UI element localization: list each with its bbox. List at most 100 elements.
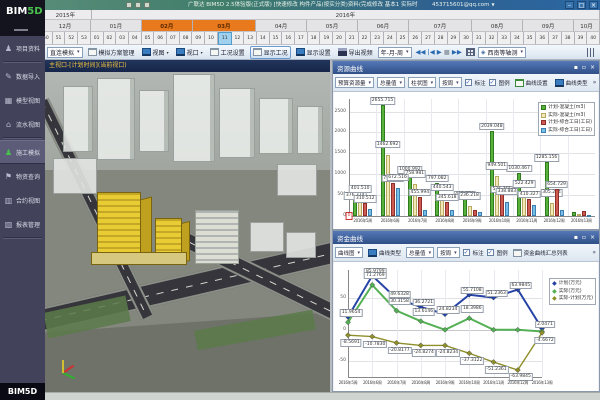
legend-checkbox[interactable]: ✓ bbox=[489, 79, 496, 86]
fast-forward-icon[interactable]: ▶▶ bbox=[451, 48, 463, 56]
mark-checkbox[interactable]: ✓ bbox=[463, 249, 470, 256]
timeline-week-cell[interactable]: 07 bbox=[167, 32, 180, 45]
redo-icon[interactable] bbox=[144, 2, 150, 8]
time-scale-select[interactable]: 年-月-周 bbox=[378, 47, 412, 58]
display-setting-button[interactable]: 显示设置 bbox=[294, 46, 333, 59]
sidebar-item-7[interactable]: ▥合约视图 bbox=[0, 188, 45, 212]
view-button[interactable]: 视图▾ bbox=[140, 46, 171, 59]
fund-period-select[interactable]: 按周 bbox=[437, 247, 460, 258]
value-mode-select[interactable]: 总量值 bbox=[377, 77, 405, 88]
timeline-week-cell[interactable]: 03 bbox=[116, 32, 129, 45]
export-video-button[interactable]: 导出视频 bbox=[336, 46, 375, 59]
sidebar-item-6[interactable]: ⚑物资查询 bbox=[0, 164, 45, 188]
timeline-week-cell[interactable]: 38 bbox=[562, 32, 575, 45]
timeline-week-cell[interactable]: 34 bbox=[511, 32, 524, 45]
timeline-week-cell[interactable]: 31 bbox=[473, 32, 486, 45]
timeline-month-cell[interactable]: 10月 bbox=[574, 20, 600, 32]
timeline-month-cell[interactable]: 04月 bbox=[256, 20, 307, 32]
timeline-week-cell[interactable]: 06 bbox=[154, 32, 167, 45]
timeline-week-cell[interactable]: 29 bbox=[448, 32, 461, 45]
plan-manage-button[interactable]: 模拟方案管理 bbox=[86, 46, 137, 59]
sidebar-item-1[interactable]: ♟项目资料 bbox=[0, 36, 45, 60]
timeline-week-cell[interactable]: 33 bbox=[498, 32, 511, 45]
timeline-week-cell[interactable]: 23 bbox=[371, 32, 384, 45]
timeline-week-cell[interactable]: 32 bbox=[486, 32, 499, 45]
sidebar-item-8[interactable]: ▧报表管理 bbox=[0, 212, 45, 236]
fund-curve-type-button[interactable]: 曲线类型 bbox=[366, 246, 403, 259]
timeline-month-cell[interactable]: 09月 bbox=[523, 20, 574, 32]
timeline-week-cell[interactable]: 14 bbox=[257, 32, 270, 45]
timeline-week-cell[interactable]: 27 bbox=[422, 32, 435, 45]
close-icon[interactable]: × bbox=[590, 61, 595, 74]
timeline-week-cell[interactable]: 22 bbox=[359, 32, 372, 45]
timeline-week-cell[interactable]: 12 bbox=[232, 32, 245, 45]
timeline-week-cell[interactable]: 19 bbox=[320, 32, 333, 45]
close-icon[interactable]: × bbox=[590, 231, 595, 244]
timeline-week-cell[interactable]: 09 bbox=[192, 32, 205, 45]
sidebar-item-2[interactable]: ✎数据导入 bbox=[0, 64, 45, 88]
timeline-week-cell[interactable]: 52 bbox=[65, 32, 78, 45]
timeline-month-cell[interactable]: 05月 bbox=[307, 20, 358, 32]
timeline-week-cell[interactable]: 18 bbox=[308, 32, 321, 45]
skip-start-icon[interactable]: |◀ bbox=[427, 48, 436, 56]
maximize-button[interactable]: □ bbox=[577, 1, 586, 9]
timeline-month-cell[interactable]: 01月 bbox=[91, 20, 142, 32]
timeline-week-cell[interactable]: 40 bbox=[587, 32, 600, 45]
minimize-button[interactable]: – bbox=[565, 1, 574, 9]
legend-checkbox[interactable]: ✓ bbox=[487, 249, 494, 256]
viewport-button[interactable]: 视口▾ bbox=[174, 46, 205, 59]
rewind-icon[interactable]: ◀◀ bbox=[415, 48, 427, 56]
chart-type-select[interactable]: 柱状图 bbox=[408, 77, 436, 88]
viewport-tab[interactable]: 主视口-[计划时间](当前视口) bbox=[45, 60, 331, 72]
float-icon[interactable]: ▫ bbox=[582, 231, 586, 244]
save-icon[interactable] bbox=[126, 2, 132, 8]
timeline-week-cell[interactable]: 35 bbox=[524, 32, 537, 45]
timeline-month-cell[interactable]: 03月 bbox=[193, 20, 256, 32]
fund-chart-type-select[interactable]: 曲线图 bbox=[335, 247, 363, 258]
timeline-week-cell[interactable]: 10 bbox=[205, 32, 218, 45]
timeline-week-cell[interactable]: 26 bbox=[409, 32, 422, 45]
overflow-chevron[interactable]: » bbox=[593, 79, 598, 86]
timeline-week-cell[interactable]: 16 bbox=[282, 32, 295, 45]
timeline-week-cell[interactable]: 53 bbox=[78, 32, 91, 45]
timeline-week-cell[interactable]: 30 bbox=[460, 32, 473, 45]
timeline-week-cell[interactable]: 37 bbox=[549, 32, 562, 45]
timeline-week-cell[interactable]: 17 bbox=[295, 32, 308, 45]
sidebar-item-5[interactable]: ♟施工模拟 bbox=[0, 140, 45, 164]
pin-icon[interactable]: ▪ bbox=[574, 61, 578, 74]
timeline-month-cell[interactable]: 07月 bbox=[409, 20, 472, 32]
timeline-month-cell[interactable]: 12月 bbox=[40, 20, 91, 32]
timeline-week-cell[interactable]: 04 bbox=[129, 32, 142, 45]
stop-icon[interactable]: ■ bbox=[443, 48, 451, 56]
timeline-week-cell[interactable]: 39 bbox=[575, 32, 588, 45]
timeline-week-cell[interactable]: 21 bbox=[346, 32, 359, 45]
3d-scene[interactable] bbox=[45, 72, 331, 392]
close-button[interactable]: × bbox=[589, 1, 598, 9]
condition-setting-button[interactable]: 工况设置 bbox=[208, 46, 247, 59]
timeline-week-cell[interactable]: 02 bbox=[104, 32, 117, 45]
timeline-week-cell[interactable]: 24 bbox=[384, 32, 397, 45]
timeline-week-cell[interactable]: 08 bbox=[180, 32, 193, 45]
timeline-week-cell[interactable]: 28 bbox=[435, 32, 448, 45]
period-select[interactable]: 按周 bbox=[439, 77, 462, 88]
simulation-mode-select[interactable]: 直连模拟 bbox=[47, 47, 83, 58]
timeline-week-cell[interactable]: 20 bbox=[333, 32, 346, 45]
overflow-chevron[interactable]: » bbox=[592, 249, 597, 256]
grid-view-icon[interactable] bbox=[466, 48, 475, 56]
fund-value-mode-select[interactable]: 总量值 bbox=[406, 247, 434, 258]
camera-view-select[interactable]: ◈ 西南等轴测 bbox=[478, 47, 526, 58]
fund-summary-button[interactable]: 资金曲线汇总列表 bbox=[511, 246, 570, 259]
curve-setting-button[interactable]: 曲线设置 bbox=[513, 76, 550, 89]
resource-source-select[interactable]: 预算资源量 bbox=[335, 77, 374, 88]
timeline-week-cell[interactable]: 15 bbox=[270, 32, 283, 45]
timeline-month-cell[interactable]: 02月 bbox=[142, 20, 193, 32]
undo-icon[interactable] bbox=[135, 2, 141, 8]
timeline-week-cell[interactable]: 11 bbox=[218, 32, 232, 45]
timeline-week-cell[interactable]: 51 bbox=[53, 32, 66, 45]
account-menu[interactable]: 453715601@qq.com ▼ bbox=[432, 0, 495, 10]
play-icon[interactable]: ▶ bbox=[436, 48, 443, 56]
timeline-month-cell[interactable]: 06月 bbox=[358, 20, 409, 32]
timeline-week-cell[interactable]: 05 bbox=[142, 32, 155, 45]
timeline-week-cell[interactable]: 01 bbox=[91, 32, 104, 45]
sidebar-item-3[interactable]: ▦模型视图 bbox=[0, 88, 45, 112]
